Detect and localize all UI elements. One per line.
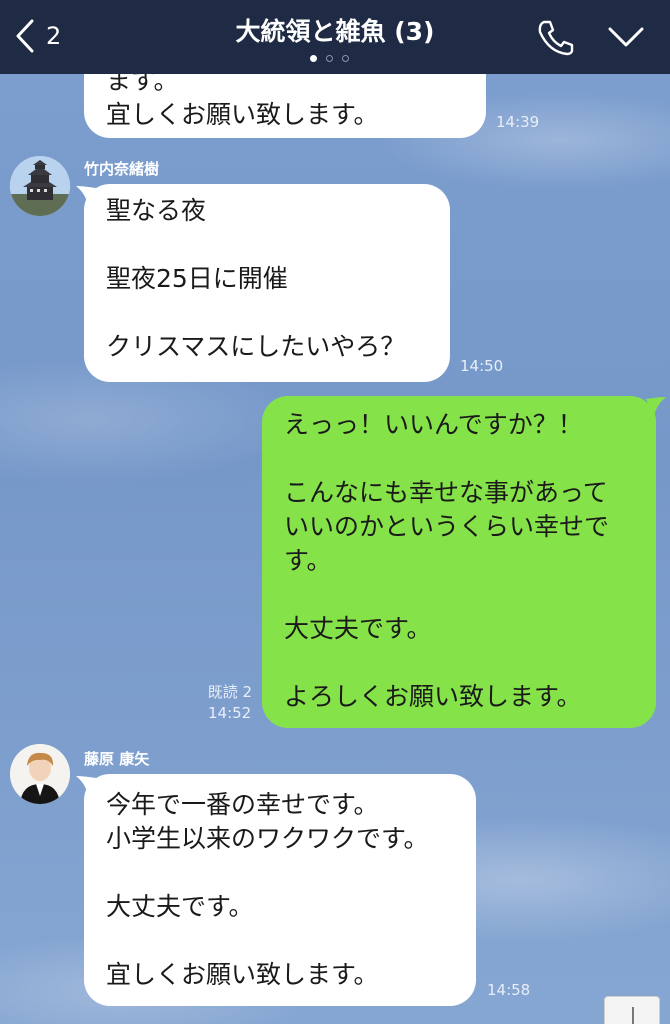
unread-count: 2 (46, 22, 62, 50)
page-dot-2 (326, 55, 333, 62)
scroll-down-button[interactable] (604, 996, 660, 1024)
sender-name: 竹内奈緒樹 (84, 160, 160, 178)
chat-header: 2 大統領と雑魚 (3) (0, 0, 670, 74)
bubble-tail (646, 397, 666, 417)
read-receipt: 既読 2 (207, 683, 252, 701)
chat-title: 大統領と雑魚 (3) (235, 17, 435, 46)
castle-avatar-icon[interactable] (10, 156, 70, 216)
phone-icon (538, 20, 574, 56)
message-bubble-received[interactable]: 聖なる夜 聖夜25日に開催 クリスマスにしたいやろ？ (84, 184, 450, 382)
menu-button[interactable] (606, 22, 646, 52)
back-button[interactable]: 2 (14, 14, 84, 58)
page-dot-3 (342, 55, 349, 62)
person-avatar-icon[interactable] (10, 744, 70, 804)
message-time: 14:58 (487, 981, 531, 999)
page-indicator (310, 55, 349, 62)
page-dot-1 (310, 55, 317, 62)
chevron-down-icon (608, 27, 644, 47)
sender-name: 藤原 康矢 (84, 750, 150, 768)
message-bubble-received[interactable]: 今年で一番の幸せです。 小学生以来のワクワクです。 大丈夫です。 宜しくお願い致… (84, 774, 476, 1006)
message-bubble-sent[interactable]: えっっ！いいんですか？！ こんなにも幸せな事があって いいのかというくらい幸せで… (262, 396, 656, 728)
message-time: 14:50 (460, 357, 504, 375)
chevron-left-icon (16, 19, 34, 53)
call-button[interactable] (535, 18, 575, 56)
message-time: 14:52 (208, 704, 252, 722)
message-time: 14:39 (496, 113, 540, 131)
